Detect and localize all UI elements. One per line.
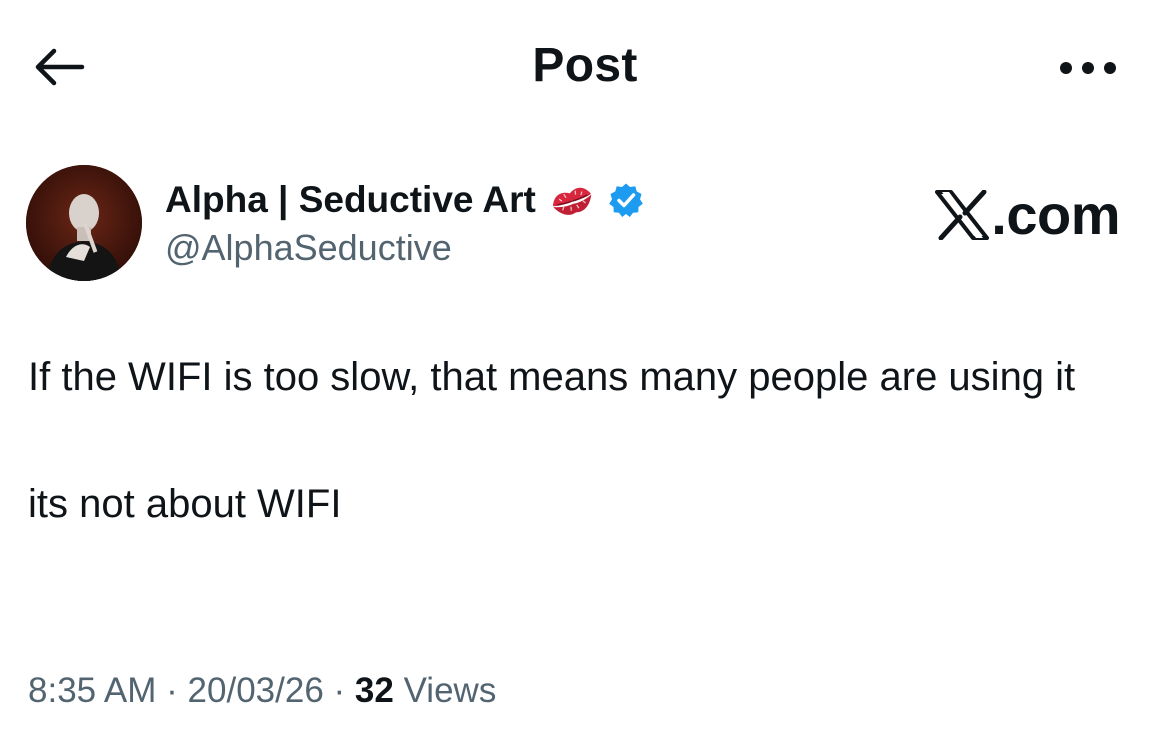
verified-badge-icon [609,183,643,217]
meta-separator: · [333,671,346,710]
more-options-button[interactable] [1048,40,1128,96]
views-count[interactable]: 32 [355,671,394,710]
x-logo-icon [935,190,990,240]
post-time[interactable]: 8:35 AM [28,671,156,710]
top-bar: Post [0,0,1170,135]
post-text-paragraph-1: If the WIFI is too slow, that means many… [28,355,1076,399]
brand-text: .com [991,183,1120,246]
avatar[interactable] [26,165,142,281]
page-title: Post [532,39,638,92]
author-name-row: Alpha | Seductive Art [165,177,644,223]
post-body: If the WIFI is too slow, that means many… [28,349,1128,533]
views-label[interactable]: Views [404,671,497,710]
avatar-portrait-image [26,165,142,281]
post-text-paragraph-2: its not about WIFI [28,482,342,526]
more-horizontal-icon [1060,62,1116,74]
meta-separator: · [166,671,178,710]
brand-watermark: .com [935,183,1120,247]
author-handle[interactable]: @AlphaSeductive [165,225,452,271]
post-date[interactable]: 20/03/26 [188,671,324,710]
kiss-mark-icon [552,187,592,215]
author-name[interactable]: Alpha | Seductive Art [165,177,536,223]
post-meta: 8:35 AM · 20/03/26 · 32 Views [28,668,496,714]
